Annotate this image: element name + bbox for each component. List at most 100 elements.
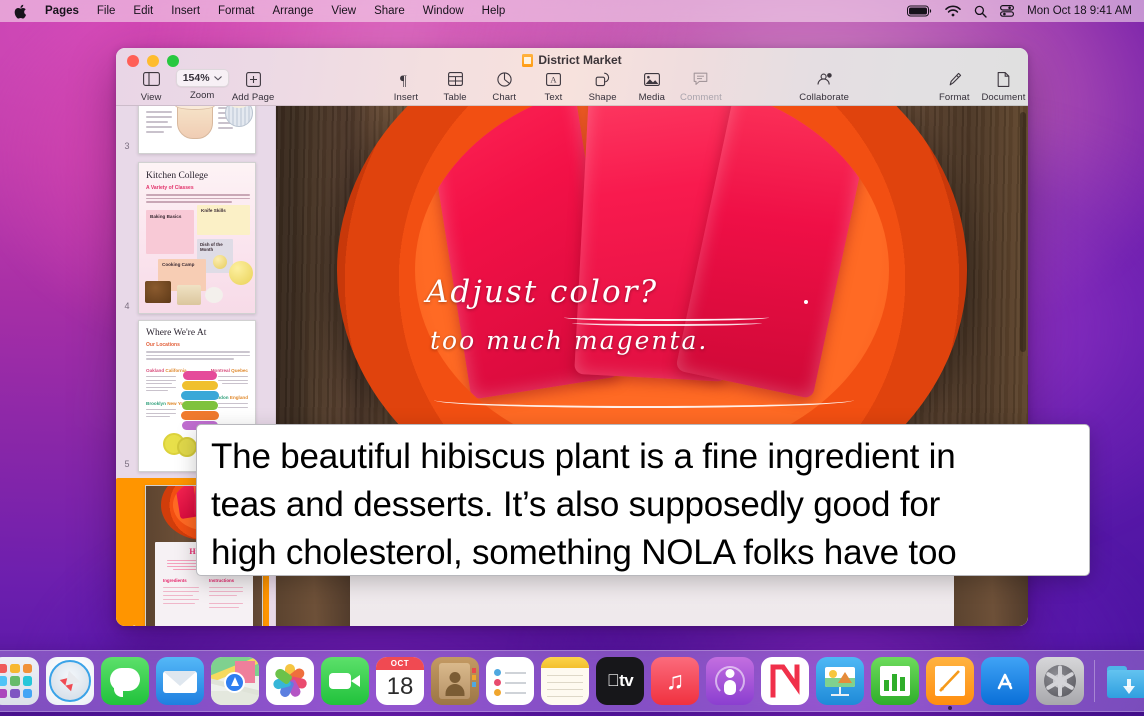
podcasts-icon[interactable]	[706, 657, 754, 705]
toolbar: View 154% Zoom Add Page ¶ Insert Table C…	[116, 66, 1028, 106]
thumbnail-page-4[interactable]: 4 Kitchen College A Variety of Classes B…	[116, 162, 275, 314]
pages-icon[interactable]	[926, 657, 974, 705]
thumbnail-number: 5	[124, 459, 130, 469]
svg-text:A: A	[550, 74, 557, 84]
downloads-folder-icon[interactable]	[1105, 657, 1144, 705]
toolbar-comment-label: Comment	[680, 92, 722, 103]
toolbar-media-button[interactable]: Media	[627, 66, 676, 103]
window-title-text: District Market	[538, 53, 622, 67]
toolbar-collaborate-label: Collaborate	[799, 92, 849, 103]
toolbar-format-label: Format	[938, 92, 970, 103]
toolbar-text-button[interactable]: A Text	[529, 66, 578, 103]
safari-icon[interactable]	[46, 657, 94, 705]
facetime-icon[interactable]	[321, 657, 369, 705]
toolbar-text-label: Text	[544, 92, 563, 103]
hover-text-line-2: teas and desserts. It’s also supposedly …	[211, 485, 941, 524]
sidebar-icon	[142, 69, 160, 89]
toolbar-zoom-label: Zoom	[189, 90, 215, 101]
toolbar-document-button[interactable]: Document	[979, 66, 1028, 103]
music-icon[interactable]: ♫	[651, 657, 699, 705]
toolbar-table-button[interactable]: Table	[431, 66, 480, 103]
calendar-day: 18	[386, 673, 414, 700]
menu-edit[interactable]: Edit	[124, 2, 162, 20]
menu-insert[interactable]: Insert	[162, 2, 209, 20]
toolbar-chart-label: Chart	[492, 92, 517, 103]
toolbar-table-label: Table	[443, 92, 467, 103]
toolbar-collaborate-button[interactable]: Collaborate	[799, 66, 849, 103]
orange-bowl	[337, 106, 967, 470]
contacts-icon[interactable]	[431, 657, 479, 705]
wifi-icon[interactable]	[945, 5, 961, 17]
menu-bar-clock[interactable]: Mon Oct 18 9:41 AM	[1027, 5, 1132, 17]
menu-window[interactable]: Window	[414, 2, 473, 20]
toolbar-insert-label: Insert	[393, 92, 419, 103]
thumbnail-page-3[interactable]: 3	[116, 106, 275, 154]
menu-help[interactable]: Help	[473, 2, 515, 20]
control-center-icon[interactable]	[1000, 5, 1015, 17]
toolbar-view-button[interactable]: View	[127, 66, 176, 103]
system-settings-icon[interactable]	[1036, 657, 1084, 705]
shapes-icon	[595, 69, 610, 89]
apple-logo-icon[interactable]	[8, 4, 36, 19]
keynote-icon[interactable]	[816, 657, 864, 705]
bowl-interior	[415, 106, 889, 460]
toolbar-comment-button[interactable]: Comment	[676, 66, 725, 103]
thumbnail-subtitle: Our Locations	[146, 342, 180, 348]
messages-icon[interactable]	[101, 657, 149, 705]
window-title: District Market	[116, 53, 1028, 67]
toolbar-chart-button[interactable]: Chart	[480, 66, 529, 103]
popsicle-photo[interactable]: Adjust color? too much magenta.	[276, 106, 1028, 470]
menu-bar-items: Pages File Edit Insert Format Arrange Vi…	[8, 2, 514, 20]
pages-document-icon	[522, 53, 534, 67]
maps-icon[interactable]	[211, 657, 259, 705]
toolbar-zoom-control[interactable]: 154% Zoom	[175, 66, 229, 101]
thumbnail-number: 4	[124, 301, 130, 311]
collaborate-person-icon	[816, 69, 833, 89]
thumbnail-title: Kitchen College	[146, 171, 208, 181]
paintbrush-icon	[947, 69, 962, 89]
chevron-down-icon	[213, 75, 222, 81]
menu-view[interactable]: View	[322, 2, 365, 20]
thumbnail-art	[139, 106, 255, 153]
thumbnail-card[interactable]	[138, 106, 256, 154]
thumbnail-number: 3	[124, 141, 130, 151]
menu-arrange[interactable]: Arrange	[263, 2, 322, 20]
calendar-icon[interactable]: OCT 18	[376, 657, 424, 705]
pie-chart-icon	[497, 69, 512, 89]
thumbnail-title: Where We're At	[146, 328, 207, 338]
zoom-dropdown[interactable]: 154%	[175, 69, 229, 87]
toolbar-add-page-label: Add Page	[231, 92, 275, 103]
hover-text-line-3: high cholesterol, something NOLA folks h…	[211, 533, 957, 572]
menu-pages[interactable]: Pages	[36, 2, 88, 20]
running-indicator	[948, 706, 952, 710]
table-grid-icon	[447, 69, 463, 89]
reminders-icon[interactable]	[486, 657, 534, 705]
vertical-scrollbar[interactable]	[1020, 112, 1026, 352]
thumbnail-card[interactable]: Kitchen College A Variety of Classes Bak…	[138, 162, 256, 314]
launchpad-icon[interactable]	[0, 657, 39, 705]
toolbar-add-page-button[interactable]: Add Page	[229, 66, 278, 103]
text-box-icon: A	[545, 69, 561, 89]
search-icon[interactable]	[974, 5, 987, 18]
menu-share[interactable]: Share	[365, 2, 414, 20]
hover-text-line-1: The beautiful hibiscus plant is a fine i…	[211, 437, 956, 476]
dock-item-pages[interactable]	[926, 657, 974, 710]
toolbar-media-label: Media	[638, 92, 665, 103]
toolbar-shape-button[interactable]: Shape	[578, 66, 627, 103]
comment-bubble-icon	[693, 69, 708, 89]
zoom-value: 154%	[182, 72, 210, 84]
numbers-icon[interactable]	[871, 657, 919, 705]
news-icon[interactable]	[761, 657, 809, 705]
appletv-icon[interactable]: tv	[596, 657, 644, 705]
menu-file[interactable]: File	[88, 2, 125, 20]
menu-format[interactable]: Format	[209, 2, 263, 20]
toolbar-format-button[interactable]: Format	[930, 66, 979, 103]
mail-icon[interactable]	[156, 657, 204, 705]
photos-icon[interactable]	[266, 657, 314, 705]
thumbnail-art: Kitchen College A Variety of Classes Bak…	[139, 163, 255, 313]
appstore-icon[interactable]	[981, 657, 1029, 705]
notes-icon[interactable]	[541, 657, 589, 705]
toolbar-view-label: View	[140, 92, 162, 103]
toolbar-insert-button[interactable]: ¶ Insert	[381, 66, 430, 104]
battery-icon[interactable]	[907, 5, 932, 17]
